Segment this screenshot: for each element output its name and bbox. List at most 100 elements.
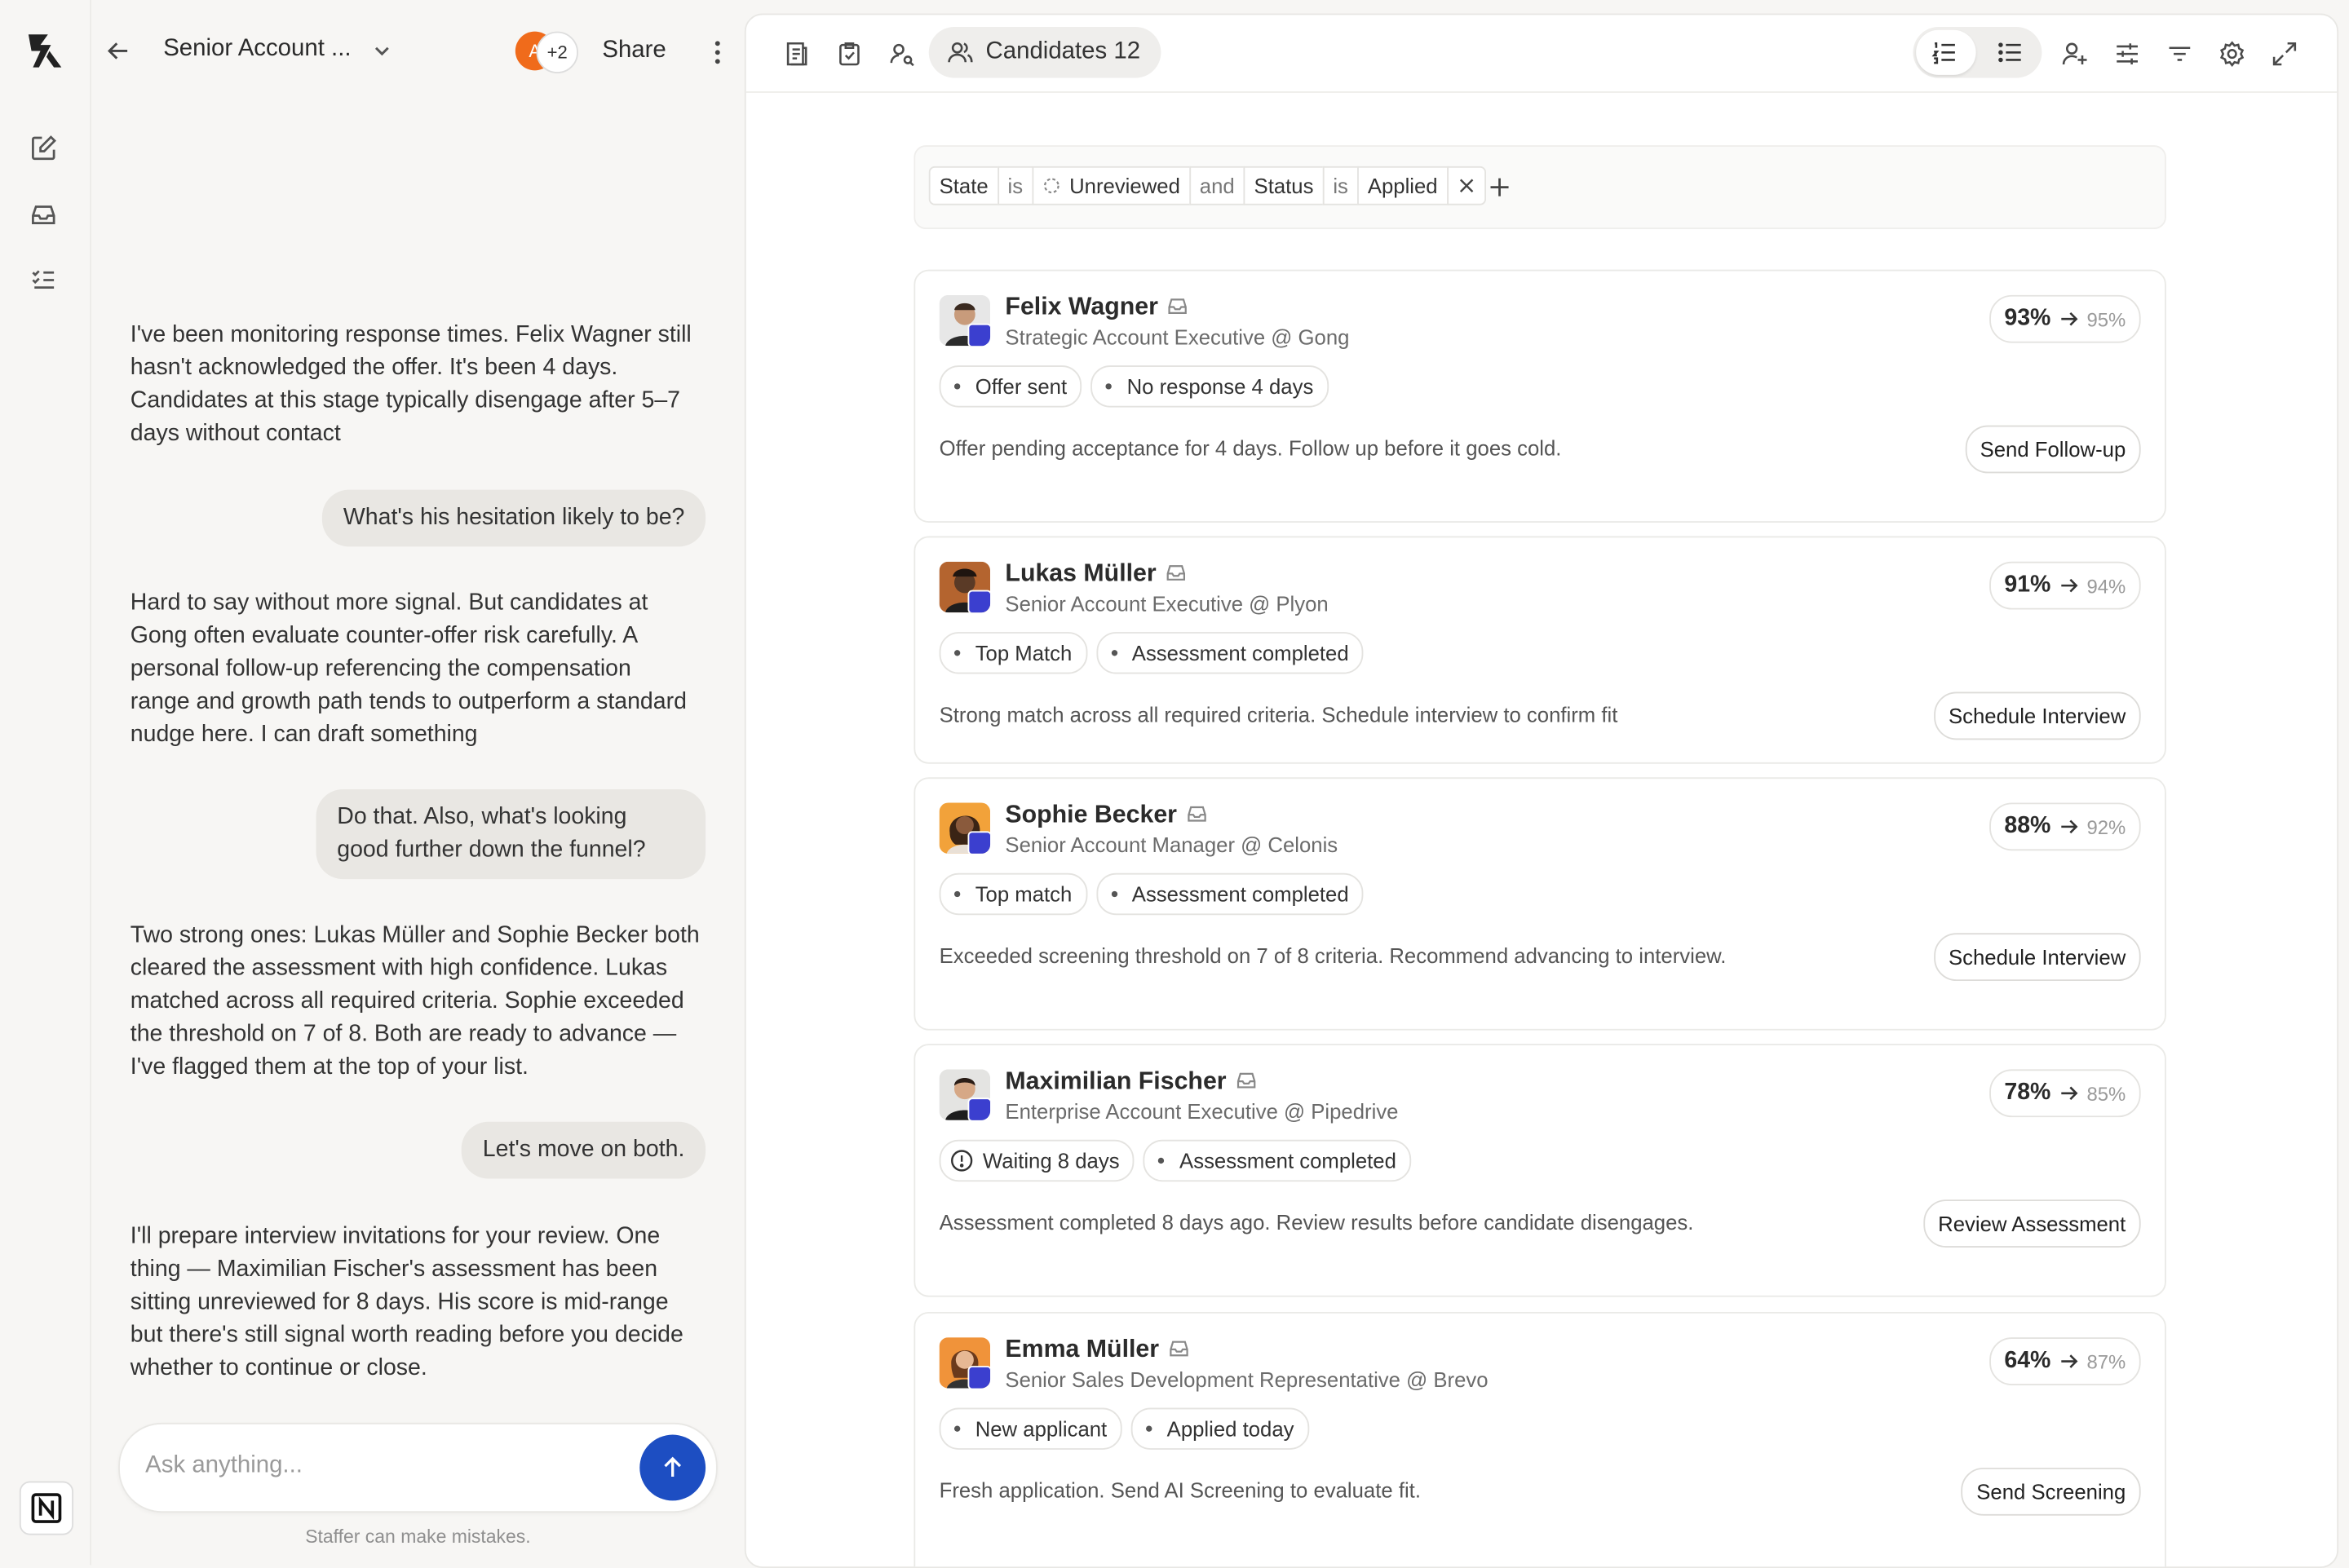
filter-joiner[interactable]: and <box>1188 166 1245 205</box>
candidate-photo <box>939 1069 991 1120</box>
match-score[interactable]: 91% 94% <box>1989 561 2141 610</box>
status-tag: Assessment completed <box>1095 872 1364 916</box>
filter-field[interactable]: State <box>928 166 999 205</box>
match-score[interactable]: 93% 95% <box>1989 294 2141 343</box>
schedule-interview-button[interactable]: Schedule Interview <box>1933 691 2141 740</box>
users-icon <box>947 39 974 66</box>
collaborator-count[interactable]: +2 <box>536 31 578 73</box>
candidate-role: Senior Sales Development Representative … <box>1005 1367 1489 1392</box>
user-search-icon[interactable] <box>887 39 917 69</box>
active-filters: State is Unreviewed and Status is Applie… <box>928 166 1486 205</box>
candidate-photo <box>939 1337 991 1389</box>
inbox-icon[interactable] <box>29 199 61 232</box>
close-icon <box>1459 179 1473 192</box>
candidate-card[interactable]: Sophie Becker Senior Account Manager @ C… <box>914 777 2166 1031</box>
view-toggle[interactable] <box>1913 27 2042 78</box>
match-score[interactable]: 78% 85% <box>1989 1069 2141 1118</box>
send-button[interactable] <box>639 1434 706 1501</box>
current-score: 93% <box>2004 305 2051 331</box>
composer-input[interactable]: Ask anything... <box>145 1453 303 1480</box>
add-user-icon[interactable] <box>2059 39 2090 69</box>
predicted-score: 95% <box>2086 307 2126 330</box>
user-message: What's his hesitation likely to be? <box>322 489 706 547</box>
candidate-tags: Waiting 8 days Assessment completed <box>939 1139 1412 1182</box>
clipboard-check-icon[interactable] <box>834 39 865 69</box>
candidate-tags: Offer sent No response 4 days <box>939 365 1329 408</box>
predicted-score: 92% <box>2086 815 2126 838</box>
add-filter-icon[interactable] <box>1486 174 1513 201</box>
numbered-list-icon[interactable] <box>1931 39 1958 66</box>
review-assessment-button[interactable]: Review Assessment <box>1922 1199 2141 1248</box>
user-message: Let's move on both. <box>462 1121 706 1179</box>
chevron-down-icon[interactable] <box>370 39 394 63</box>
arrow-right-icon <box>2061 1086 2078 1101</box>
job-description-icon[interactable] <box>782 39 812 69</box>
tasks-icon[interactable] <box>29 265 61 298</box>
filter-value[interactable]: Unreviewed <box>1032 166 1191 205</box>
filter-icon[interactable] <box>2165 39 2195 69</box>
candidate-card[interactable]: Lukas Müller Senior Account Executive @ … <box>914 536 2166 764</box>
list-icon[interactable] <box>1997 39 2024 66</box>
filter-value[interactable]: Applied <box>1356 166 1449 205</box>
sliders-icon[interactable] <box>2112 39 2143 69</box>
tab-candidates[interactable]: Candidates 12 <box>928 27 1161 78</box>
candidate-photo <box>939 294 991 347</box>
candidate-name[interactable]: Felix Wagner <box>1005 294 1188 322</box>
gear-icon[interactable] <box>2217 39 2247 69</box>
filter-operator[interactable]: is <box>1322 166 1359 205</box>
candidate-role: Senior Account Manager @ Celonis <box>1005 833 1338 857</box>
source-badge-icon <box>967 323 991 347</box>
remove-filter-button[interactable] <box>1446 166 1486 205</box>
unreviewed-status-icon <box>1043 178 1059 194</box>
filter-field[interactable]: Status <box>1243 166 1325 205</box>
candidate-name[interactable]: Sophie Becker <box>1005 802 1206 830</box>
candidate-name[interactable]: Maximilian Fischer <box>1005 1068 1256 1097</box>
back-arrow-icon[interactable] <box>104 36 134 66</box>
arrow-up-icon <box>664 1456 682 1477</box>
candidate-name[interactable]: Lukas Müller <box>1005 560 1186 589</box>
inbox-icon <box>1236 1069 1257 1090</box>
app-logo-icon[interactable] <box>24 30 65 72</box>
status-tag: Offer sent <box>939 365 1082 408</box>
filter-bar: State is Unreviewed and Status is Applie… <box>914 145 2166 230</box>
candidate-summary: Offer pending acceptance for 4 days. Fol… <box>939 435 1562 460</box>
send-screening-button[interactable]: Send Screening <box>1961 1467 2141 1516</box>
match-score[interactable]: 88% 92% <box>1989 802 2141 851</box>
candidate-card[interactable]: Maximilian Fischer Enterprise Account Ex… <box>914 1044 2166 1297</box>
filter-operator[interactable]: is <box>997 166 1034 205</box>
candidate-role: Strategic Account Executive @ Gong <box>1005 325 1350 349</box>
current-score: 64% <box>2004 1348 2051 1374</box>
filter-value-label: Unreviewed <box>1069 174 1180 198</box>
candidate-card[interactable]: Emma Müller Senior Sales Development Rep… <box>914 1311 2166 1567</box>
current-score: 91% <box>2004 572 2051 598</box>
notion-icon[interactable] <box>19 1481 73 1535</box>
more-options-icon[interactable] <box>706 38 729 68</box>
chat-panel: Senior Account ... A +2 Share I've been … <box>91 0 745 1566</box>
left-rail <box>0 0 92 1566</box>
source-badge-icon <box>967 590 991 613</box>
predicted-score: 85% <box>2086 1082 2126 1105</box>
chat-title[interactable]: Senior Account ... <box>163 36 351 63</box>
candidate-card[interactable]: Felix Wagner Strategic Account Executive… <box>914 269 2166 523</box>
current-score: 88% <box>2004 813 2051 839</box>
send-follow-up-button[interactable]: Send Follow-up <box>1965 425 2141 474</box>
candidate-role: Senior Account Executive @ Plyon <box>1005 591 1329 616</box>
schedule-interview-button[interactable]: Schedule Interview <box>1933 933 2141 982</box>
candidate-summary: Exceeded screening threshold on 7 of 8 c… <box>939 943 1727 968</box>
expand-icon[interactable] <box>2270 39 2300 69</box>
ai-message: I'll prepare interview invitations for y… <box>130 1223 683 1381</box>
candidate-summary: Assessment completed 8 days ago. Review … <box>939 1210 1694 1235</box>
predicted-score: 87% <box>2086 1349 2126 1373</box>
new-chat-icon[interactable] <box>29 133 61 166</box>
source-badge-icon <box>967 1366 991 1389</box>
ai-message: Hard to say without more signal. But can… <box>130 590 687 748</box>
tab-candidates-label: Candidates 12 <box>985 38 1141 64</box>
chat-composer[interactable]: Ask anything... <box>118 1422 718 1513</box>
inbox-icon <box>1186 802 1207 824</box>
share-button[interactable]: Share <box>602 38 666 64</box>
alert-circle-icon <box>951 1150 973 1172</box>
ai-message: Two strong ones: Lukas Müller and Sophie… <box>130 922 700 1080</box>
status-tag: Waiting 8 days <box>939 1139 1135 1182</box>
candidate-name[interactable]: Emma Müller <box>1005 1336 1188 1364</box>
match-score[interactable]: 64% 87% <box>1989 1337 2141 1385</box>
